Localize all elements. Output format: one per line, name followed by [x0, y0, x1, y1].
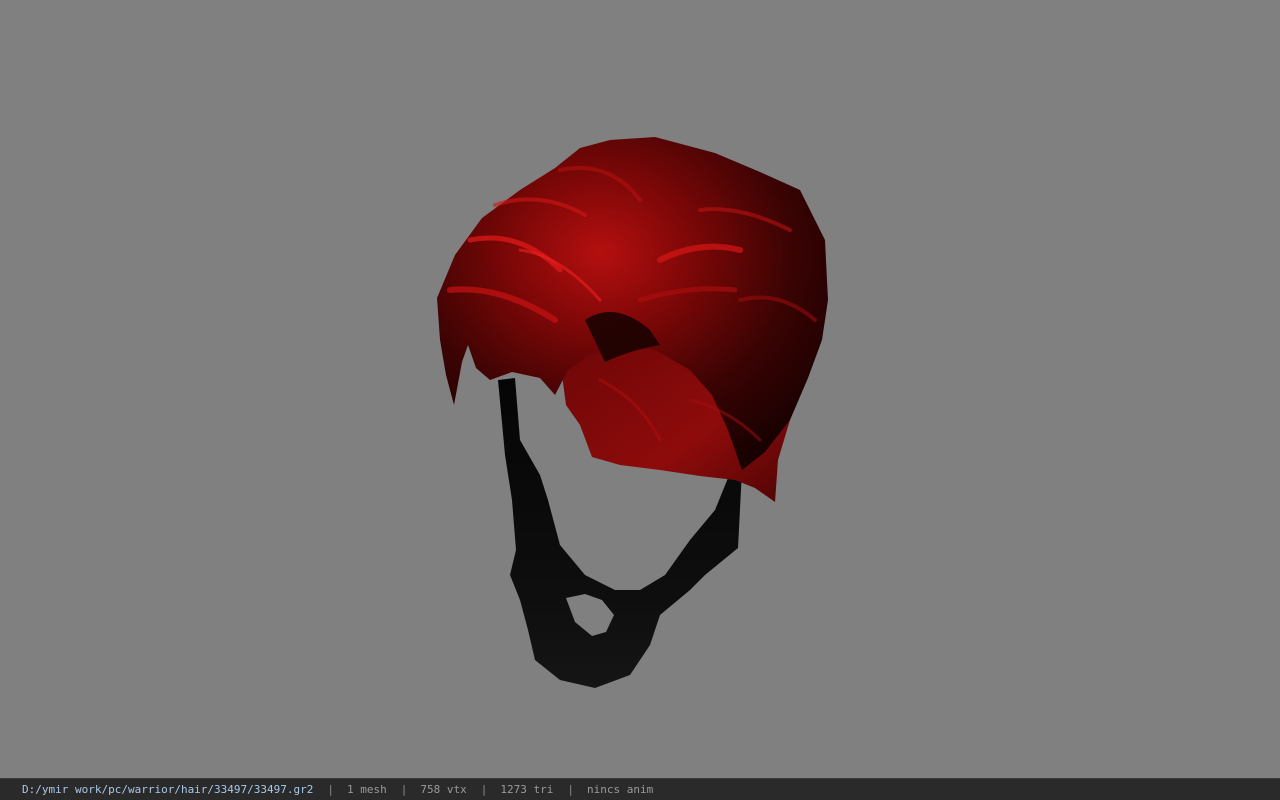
animation-status-label: nincs anim: [587, 783, 654, 796]
3d-viewport[interactable]: [0, 0, 1280, 778]
status-separator: |: [327, 783, 335, 796]
vertex-count-label: 758 vtx: [420, 783, 467, 796]
triangle-count-label: 1273 tri: [500, 783, 554, 796]
status-separator: |: [480, 783, 488, 796]
status-separator: |: [400, 783, 408, 796]
mesh-count-label: 1 mesh: [347, 783, 387, 796]
status-bar: D:/ymir work/pc/warrior/hair/33497/33497…: [0, 778, 1280, 800]
hair-model-render[interactable]: [0, 0, 1280, 778]
file-path-label: D:/ymir work/pc/warrior/hair/33497/33497…: [22, 783, 314, 796]
status-separator: |: [567, 783, 574, 796]
